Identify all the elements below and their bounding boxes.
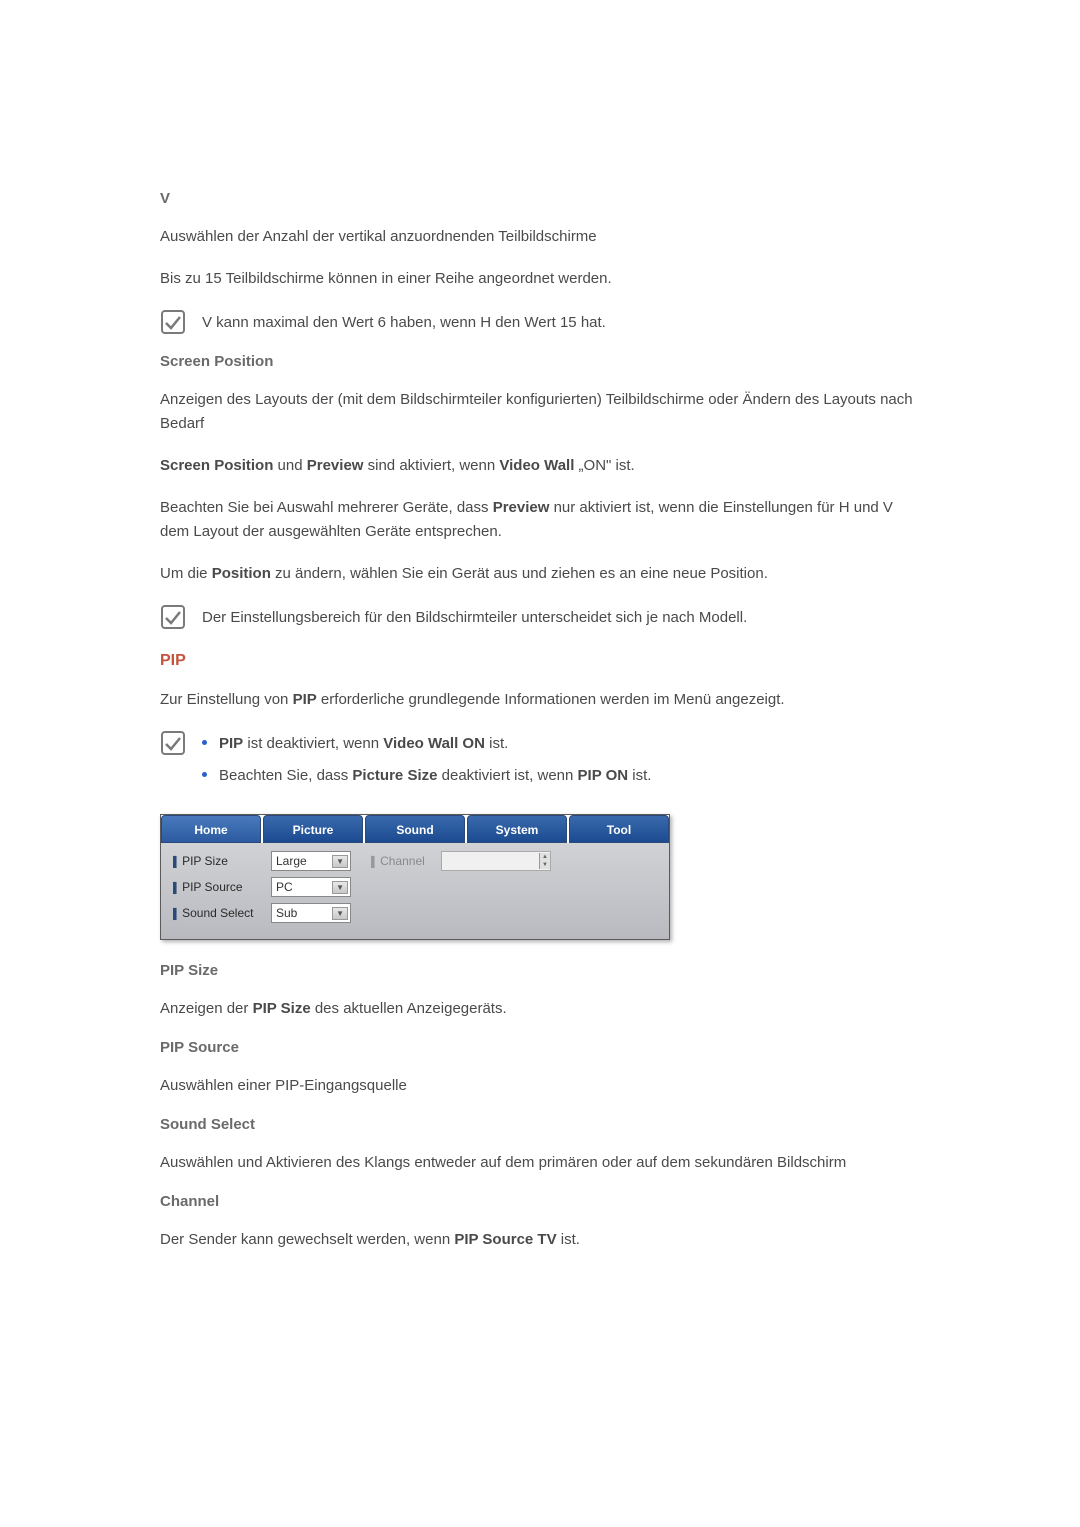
tab-home[interactable]: Home [161, 815, 261, 843]
bold-text: PIP Source TV [454, 1231, 556, 1248]
panel-row-pip-source: PIP Source PC ▼ [173, 877, 657, 897]
note-row: V kann maximal den Wert 6 haben, wenn H … [160, 309, 920, 335]
panel-body: PIP Size Large ▼ Channel ▲ ▼ PIP Source … [161, 843, 669, 939]
tab-picture[interactable]: Picture [263, 815, 363, 843]
settings-panel: Home Picture Sound System Tool PIP Size … [160, 814, 670, 940]
note-icon [160, 604, 186, 630]
sound-select-value: Sub [276, 906, 297, 920]
text: Der Sender kann gewechselt werden, wenn [160, 1231, 454, 1248]
text: Beachten Sie bei Auswahl mehrerer Geräte… [160, 499, 493, 516]
text: sind aktiviert, wenn [363, 457, 499, 474]
bold-text: Video Wall ON [383, 735, 485, 752]
heading-pip-source: PIP Source [160, 1039, 920, 1056]
paragraph: Der Sender kann gewechselt werden, wenn … [160, 1228, 920, 1252]
paragraph: Zur Einstellung von PIP erforderliche gr… [160, 688, 920, 712]
text: des aktuellen Anzeigegeräts. [311, 1000, 507, 1017]
text: Zur Einstellung von [160, 691, 293, 708]
paragraph: Auswählen der Anzahl der vertikal anzuor… [160, 225, 920, 249]
paragraph: Um die Position zu ändern, wählen Sie ei… [160, 562, 920, 586]
heading-v: V [160, 190, 920, 207]
text: ist deaktiviert, wenn [243, 735, 383, 752]
sound-select-dropdown[interactable]: Sub ▼ [271, 903, 351, 923]
text: ist. [557, 1231, 580, 1248]
tab-row: Home Picture Sound System Tool [161, 815, 669, 843]
text: Anzeigen der [160, 1000, 253, 1017]
chevron-down-icon: ▼ [332, 907, 348, 920]
spinner-down-icon[interactable]: ▼ [540, 861, 550, 869]
pip-size-dropdown[interactable]: Large ▼ [271, 851, 351, 871]
paragraph: Auswählen einer PIP-Eingangsquelle [160, 1074, 920, 1098]
pip-size-label: PIP Size [173, 854, 271, 868]
section-title-pip: PIP [160, 652, 920, 670]
heading-sound-select: Sound Select [160, 1116, 920, 1133]
channel-spinner[interactable]: ▲ ▼ [441, 851, 551, 871]
bold-text: Preview [493, 499, 550, 516]
note-row: PIP ist deaktiviert, wenn Video Wall ON … [160, 730, 920, 796]
note-icon [160, 730, 186, 756]
bold-text: PIP Size [253, 1000, 311, 1017]
bold-text: Screen Position [160, 457, 273, 474]
paragraph: Anzeigen des Layouts der (mit dem Bildsc… [160, 388, 920, 436]
bold-text: Preview [307, 457, 364, 474]
heading-screen-position: Screen Position [160, 353, 920, 370]
bold-text: PIP [219, 735, 243, 752]
bold-text: Video Wall [499, 457, 574, 474]
text: deaktiviert ist, wenn [437, 767, 577, 784]
text: ist. [485, 735, 508, 752]
note-icon [160, 309, 186, 335]
bold-text: PIP ON [578, 767, 629, 784]
tab-sound[interactable]: Sound [365, 815, 465, 843]
tab-system[interactable]: System [467, 815, 567, 843]
pip-source-value: PC [276, 880, 293, 894]
bullet-icon [202, 740, 207, 745]
text: Beachten Sie, dass [219, 767, 352, 784]
paragraph: Anzeigen der PIP Size des aktuellen Anze… [160, 997, 920, 1021]
list-item: Beachten Sie, dass Picture Size deaktivi… [202, 764, 651, 788]
panel-row-pip-size: PIP Size Large ▼ Channel ▲ ▼ [173, 851, 657, 871]
text: Um die [160, 565, 212, 582]
text: und [273, 457, 306, 474]
text: ist. [628, 767, 651, 784]
bullet-icon [202, 772, 207, 777]
text: erforderliche grundlegende Informationen… [317, 691, 785, 708]
paragraph: Screen Position und Preview sind aktivie… [160, 454, 920, 478]
heading-pip-size: PIP Size [160, 962, 920, 979]
tab-tool[interactable]: Tool [569, 815, 669, 843]
chevron-down-icon: ▼ [332, 881, 348, 894]
list-item: PIP ist deaktiviert, wenn Video Wall ON … [202, 732, 651, 756]
bold-text: Position [212, 565, 271, 582]
heading-channel: Channel [160, 1193, 920, 1210]
list-text: Beachten Sie, dass Picture Size deaktivi… [219, 764, 651, 788]
panel-row-sound-select: Sound Select Sub ▼ [173, 903, 657, 923]
note-text: Der Einstellungsbereich für den Bildschi… [202, 604, 747, 630]
bold-text: Picture Size [352, 767, 437, 784]
bold-text: PIP [293, 691, 317, 708]
note-text: V kann maximal den Wert 6 haben, wenn H … [202, 309, 606, 335]
text: zu ändern, wählen Sie ein Gerät aus und … [271, 565, 768, 582]
spinner-buttons: ▲ ▼ [539, 853, 550, 869]
chevron-down-icon: ▼ [332, 855, 348, 868]
paragraph: Beachten Sie bei Auswahl mehrerer Geräte… [160, 496, 920, 544]
note-list: PIP ist deaktiviert, wenn Video Wall ON … [202, 730, 651, 796]
sound-select-label: Sound Select [173, 906, 271, 920]
paragraph: Auswählen und Aktivieren des Klangs entw… [160, 1151, 920, 1175]
list-text: PIP ist deaktiviert, wenn Video Wall ON … [219, 732, 508, 756]
spinner-up-icon[interactable]: ▲ [540, 853, 550, 861]
pip-source-label: PIP Source [173, 880, 271, 894]
pip-source-dropdown[interactable]: PC ▼ [271, 877, 351, 897]
note-row: Der Einstellungsbereich für den Bildschi… [160, 604, 920, 630]
pip-size-value: Large [276, 854, 307, 868]
channel-label: Channel [371, 854, 441, 868]
paragraph: Bis zu 15 Teilbildschirme können in eine… [160, 267, 920, 291]
text: „ON" ist. [574, 457, 634, 474]
